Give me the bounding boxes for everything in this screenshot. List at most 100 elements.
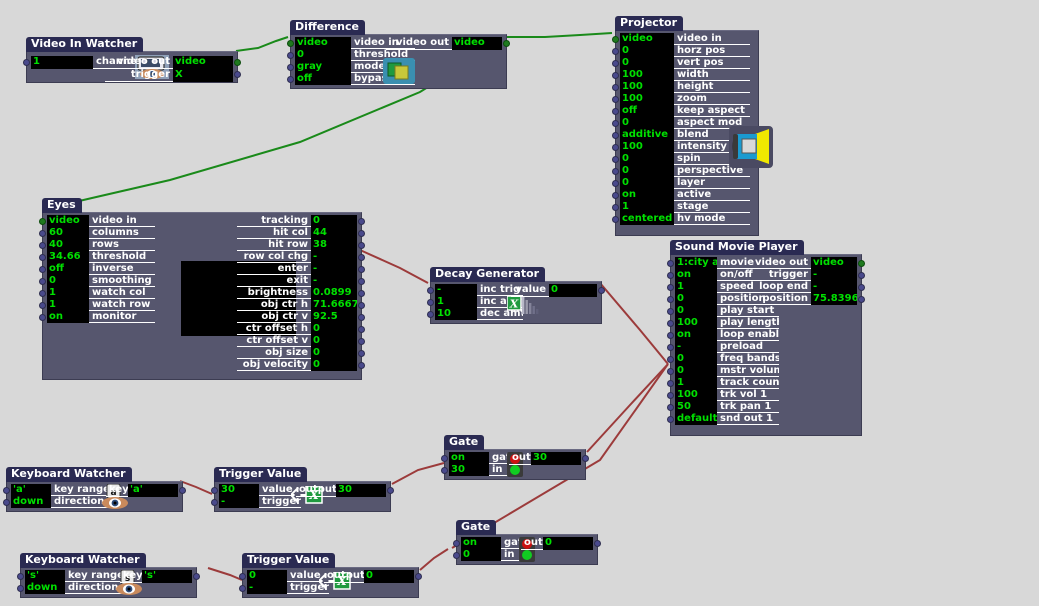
- value-freq-bands[interactable]: 0: [675, 353, 717, 365]
- value-zoom[interactable]: 100: [620, 93, 674, 105]
- port-in-spin[interactable]: [612, 156, 619, 163]
- port-in-threshold[interactable]: [287, 52, 294, 59]
- value-watch-col[interactable]: 1: [47, 287, 89, 299]
- value-aspect-mod[interactable]: 0: [620, 117, 674, 129]
- port-in-height[interactable]: [612, 84, 619, 91]
- value-perspective[interactable]: 0: [620, 165, 674, 177]
- value-gate[interactable]: on: [449, 452, 489, 464]
- port-out-ctr-offset-v[interactable]: [358, 338, 365, 345]
- value-brightness[interactable]: 0.0899: [311, 287, 357, 299]
- value-layer[interactable]: 0: [620, 177, 674, 189]
- port-in-trigger[interactable]: [239, 585, 246, 592]
- port-in-dec-amt[interactable]: [427, 311, 434, 318]
- port-in-play-length[interactable]: [667, 320, 674, 327]
- port-in-value[interactable]: [211, 487, 218, 494]
- value-trigger[interactable]: -: [811, 269, 857, 281]
- value-threshold[interactable]: 34.66: [47, 251, 89, 263]
- port-in-width[interactable]: [612, 72, 619, 79]
- port-in-layer[interactable]: [612, 180, 619, 187]
- value-vert-pos[interactable]: 0: [620, 57, 674, 69]
- port-out-output[interactable]: [387, 487, 394, 494]
- port-in-movie[interactable]: [667, 260, 674, 267]
- value-channel[interactable]: 1: [31, 56, 93, 69]
- port-in-keep-aspect[interactable]: [612, 108, 619, 115]
- value-output[interactable]: 30: [336, 484, 386, 497]
- value-obj-velocity[interactable]: 0: [311, 359, 357, 371]
- port-in-hv-mode[interactable]: [612, 216, 619, 223]
- value-spin[interactable]: 0: [620, 153, 674, 165]
- port-out-video[interactable]: [234, 59, 241, 66]
- port-out-loop-end[interactable]: [858, 284, 865, 291]
- port-in-intensity[interactable]: [612, 144, 619, 151]
- port-in-video[interactable]: [287, 40, 294, 47]
- port-in-monitor[interactable]: [39, 314, 46, 321]
- port-in-on-off[interactable]: [667, 272, 674, 279]
- value-obj-ctr-v[interactable]: 92.5: [311, 311, 357, 323]
- port-in-watch-col[interactable]: [39, 290, 46, 297]
- port-in-horz-pos[interactable]: [612, 48, 619, 55]
- port-in-direction[interactable]: [17, 585, 24, 592]
- port-in-value[interactable]: [239, 573, 246, 580]
- port-out-hit-col[interactable]: [358, 230, 365, 237]
- actor-difference[interactable]: Difference video video in 0 threshold gray…: [287, 15, 510, 89]
- value-trigger[interactable]: -: [219, 496, 259, 508]
- value-active[interactable]: on: [620, 189, 674, 201]
- port-in-in[interactable]: [441, 467, 448, 474]
- value-out[interactable]: 30: [531, 452, 581, 465]
- port-in-perspective[interactable]: [612, 168, 619, 175]
- port-in-in[interactable]: [453, 552, 460, 559]
- port-in-watch-row[interactable]: [39, 302, 46, 309]
- port-in-channel[interactable]: [23, 59, 30, 66]
- value-tracking[interactable]: 0: [311, 215, 357, 227]
- value-value[interactable]: 0: [549, 284, 597, 297]
- actor-gate-2[interactable]: Gate on gate 0 in out 0: [453, 515, 601, 565]
- port-in-preload[interactable]: [667, 344, 674, 351]
- value-ctr-offset-v[interactable]: 0: [311, 335, 357, 347]
- actor-gate-1[interactable]: Gate on gate 30 in out 30: [441, 430, 589, 480]
- value-stage[interactable]: 1: [620, 201, 674, 213]
- value-loop-end[interactable]: -: [811, 281, 857, 293]
- port-in-threshold[interactable]: [39, 254, 46, 261]
- port-in-bypass[interactable]: [287, 76, 294, 83]
- value-inc-trig[interactable]: -: [435, 284, 477, 296]
- port-in-trk-pan-1[interactable]: [667, 404, 674, 411]
- value-trigger[interactable]: X: [173, 69, 233, 82]
- actor-sound-movie-player[interactable]: Sound Movie Player 1:city atmovieonon/of…: [667, 235, 865, 436]
- value-snd-out-1[interactable]: default: [675, 413, 717, 425]
- value-horz-pos[interactable]: 0: [620, 45, 674, 57]
- port-out-video[interactable]: [503, 40, 510, 47]
- port-in-rows[interactable]: [39, 242, 46, 249]
- port-in-trk-vol-1[interactable]: [667, 392, 674, 399]
- value-key[interactable]: 's': [142, 570, 192, 583]
- port-out-ctr-offset-h[interactable]: [358, 326, 365, 333]
- port-in-key-range[interactable]: [3, 487, 10, 494]
- value-intensity[interactable]: 100: [620, 141, 674, 153]
- port-out-hit-row[interactable]: [358, 242, 365, 249]
- value-hit-row[interactable]: 38: [311, 239, 357, 251]
- port-out-video-out[interactable]: [858, 260, 865, 267]
- value-smoothing[interactable]: 0: [47, 275, 89, 287]
- value-in[interactable]: 0: [461, 549, 501, 561]
- value-out[interactable]: 0: [543, 537, 593, 550]
- value-blend[interactable]: additive: [620, 129, 674, 141]
- value-video-out[interactable]: video: [452, 37, 502, 50]
- value-key-range[interactable]: 'a': [11, 484, 51, 496]
- actor-projector[interactable]: Projector video video in 0 horz pos 0 vert po…: [612, 11, 773, 236]
- port-in-aspect-mod[interactable]: [612, 120, 619, 127]
- port-out-trigger[interactable]: [858, 272, 865, 279]
- port-in-inverse[interactable]: [39, 266, 46, 273]
- value-trk-vol-1[interactable]: 100: [675, 389, 717, 401]
- actor-decay-generator[interactable]: Decay Generator - inc trig 1 inc amt 10 dec…: [427, 262, 605, 324]
- value-speed[interactable]: 1: [675, 281, 717, 293]
- value-output[interactable]: 0: [364, 570, 414, 583]
- port-in-track-count[interactable]: [667, 380, 674, 387]
- port-in-snd-out-1[interactable]: [667, 416, 674, 423]
- port-in-gate[interactable]: [441, 455, 448, 462]
- actor-keyboard-watcher-a[interactable]: Keyboard Watcher 'a' key range down direct…: [3, 462, 186, 512]
- value-width[interactable]: 100: [620, 69, 674, 81]
- value-threshold[interactable]: 0: [295, 49, 351, 61]
- value-bypass[interactable]: off: [295, 73, 351, 85]
- value-position[interactable]: 75.8396: [811, 293, 857, 305]
- port-out-obj-ctr-h[interactable]: [358, 302, 365, 309]
- value-preload[interactable]: -: [675, 341, 717, 353]
